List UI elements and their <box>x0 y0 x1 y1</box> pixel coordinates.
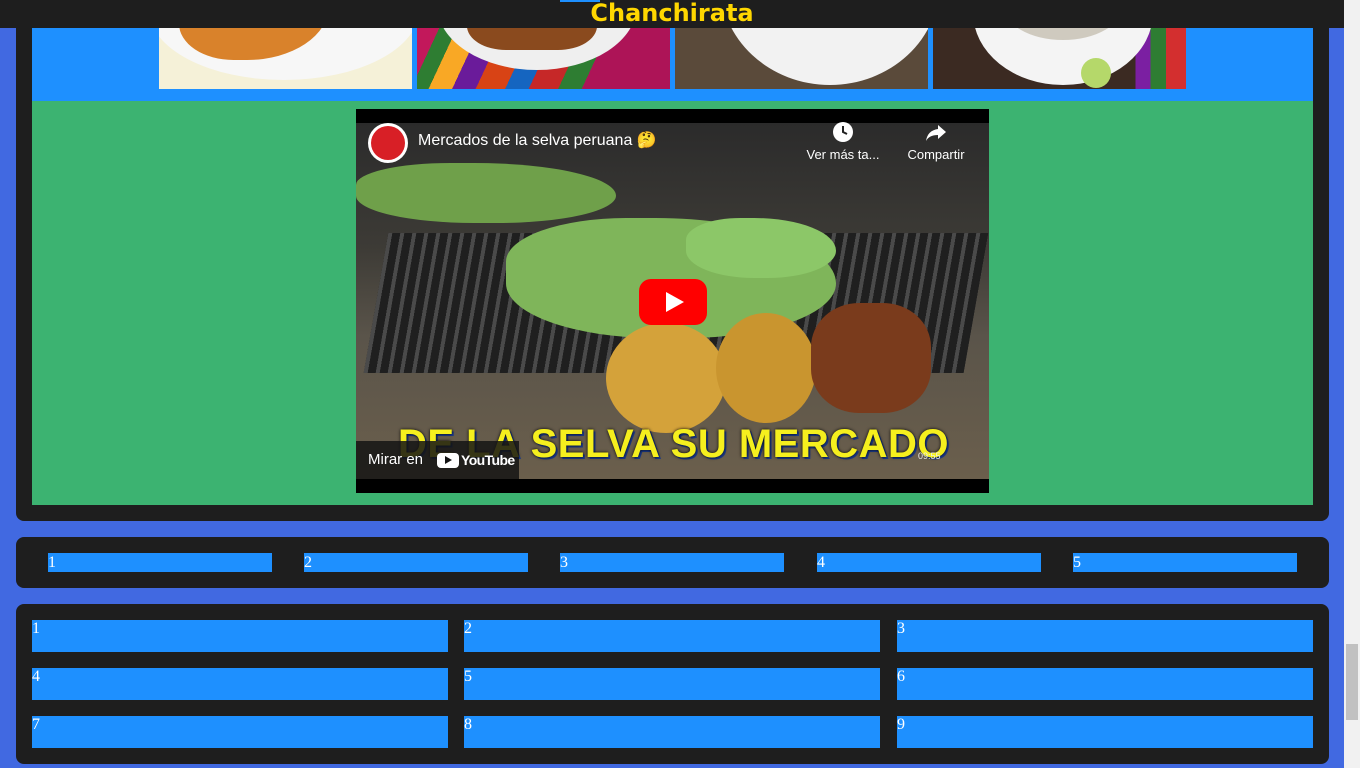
grid-cell-5[interactable]: 5 <box>464 668 880 700</box>
share-label: Compartir <box>907 147 965 162</box>
meat-shape <box>811 303 931 413</box>
youtube-icon <box>437 452 459 468</box>
play-button[interactable] <box>639 279 707 325</box>
channel-logo[interactable] <box>368 123 408 163</box>
clock-icon <box>798 121 888 147</box>
banana-leaf <box>356 163 616 223</box>
watch-on-youtube-link[interactable]: Mirar en YouTube <box>356 441 519 479</box>
share-button[interactable]: Compartir <box>891 121 981 162</box>
pager-link-5[interactable]: 5 <box>1073 553 1297 572</box>
pager-link-3[interactable]: 3 <box>560 553 784 572</box>
watch-on-label: Mirar en <box>368 451 424 468</box>
youtube-logo: YouTube <box>437 452 515 468</box>
video-timestamp: 09:55 <box>918 451 941 461</box>
scrollbar-thumb[interactable] <box>1346 644 1358 720</box>
grid-cell-8[interactable]: 8 <box>464 716 880 748</box>
grid-cell-7[interactable]: 7 <box>32 716 448 748</box>
pager-link-4[interactable]: 4 <box>817 553 1041 572</box>
share-arrow-icon <box>891 121 981 147</box>
play-icon <box>666 292 684 312</box>
youtube-wordmark: YouTube <box>461 452 515 468</box>
grid-panel: 1 2 3 4 5 6 7 8 9 <box>16 604 1329 764</box>
lime-shape <box>1081 58 1111 88</box>
food-shape <box>606 323 726 433</box>
banana-leaf <box>686 218 836 278</box>
pager-link-2[interactable]: 2 <box>304 553 528 572</box>
video-title[interactable]: Mercados de la selva peruana 🤔 <box>418 131 657 151</box>
grid-cell-3[interactable]: 3 <box>897 620 1313 652</box>
food-shape <box>716 313 816 423</box>
grid-cell-4[interactable]: 4 <box>32 668 448 700</box>
watch-later-button[interactable]: Ver más ta... <box>798 121 888 162</box>
grid-cell-2[interactable]: 2 <box>464 620 880 652</box>
grid-cell-9[interactable]: 9 <box>897 716 1313 748</box>
pager-link-1[interactable]: 1 <box>48 553 272 572</box>
youtube-embed[interactable]: DE LA SELVA SU MERCADO 09:55 Mercados de… <box>356 109 989 493</box>
top-navbar: Chanchirata <box>0 0 1344 28</box>
grid-cell-1[interactable]: 1 <box>32 620 448 652</box>
peru-logo-icon <box>371 126 405 160</box>
pager-panel: 1 2 3 4 5 <box>16 537 1329 588</box>
watch-later-label: Ver más ta... <box>806 147 880 162</box>
grid-cell-6[interactable]: 6 <box>897 668 1313 700</box>
page-scrollbar[interactable] <box>1344 0 1360 768</box>
site-title[interactable]: Chanchirata <box>0 0 1344 27</box>
